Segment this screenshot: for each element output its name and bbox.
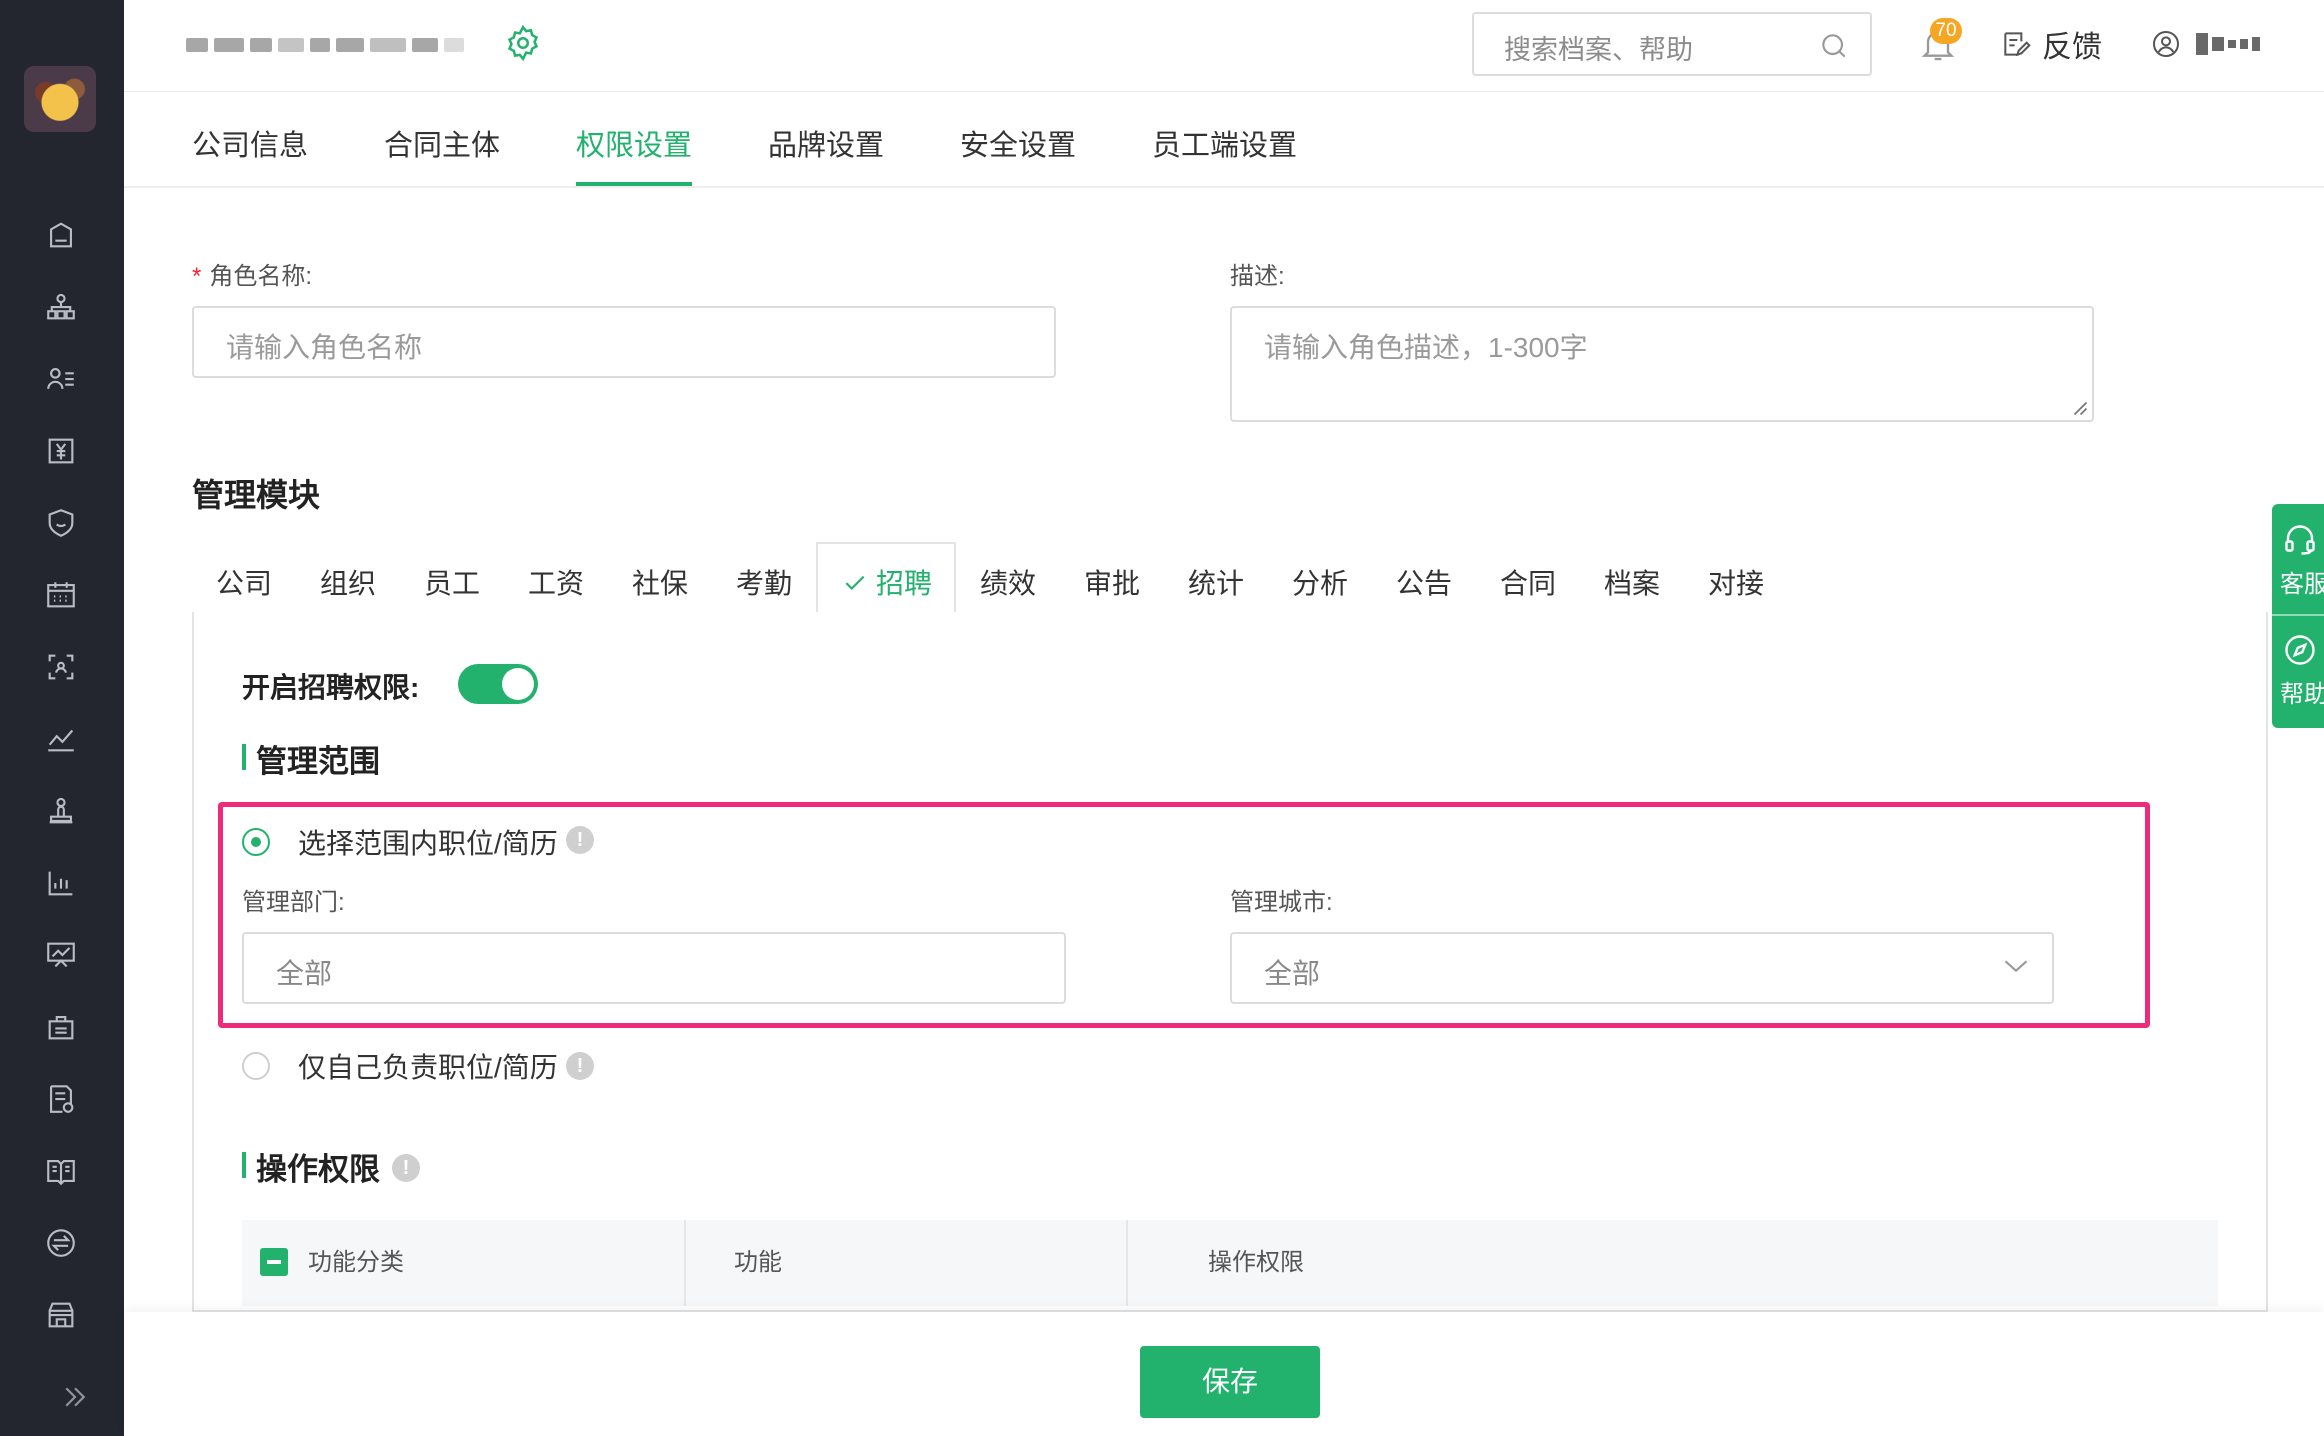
- module-tab-employee[interactable]: 员工: [424, 562, 480, 602]
- city-select[interactable]: 全部: [1230, 932, 2054, 1004]
- column-header-operation: 操作权限: [1208, 1249, 1304, 1276]
- analysis-board-icon[interactable]: [44, 938, 78, 972]
- header: 搜索档案、帮助 70 反馈: [124, 0, 2324, 92]
- ops-permission-title: 操作权限: [242, 1144, 380, 1189]
- own-info-icon[interactable]: !: [566, 1052, 594, 1080]
- tab-company-info[interactable]: 公司信息: [192, 122, 308, 186]
- social-security-icon[interactable]: [44, 506, 78, 540]
- headset-icon: [2285, 525, 2315, 555]
- store-icon[interactable]: [44, 1298, 78, 1332]
- module-tab-social-security[interactable]: 社保: [632, 562, 688, 602]
- notification-badge: 70: [1930, 18, 1962, 44]
- permission-table-header: 功能分类 功能 操作权限: [242, 1220, 2218, 1306]
- column-divider: [1126, 1220, 1128, 1306]
- ops-info-icon[interactable]: !: [392, 1154, 420, 1182]
- edit-note-icon: [2004, 32, 2031, 57]
- statistics-icon[interactable]: [44, 866, 78, 900]
- own-radio[interactable]: [242, 1052, 270, 1080]
- tab-employee-app-settings[interactable]: 员工端设置: [1152, 122, 1297, 186]
- employee-list-icon[interactable]: [44, 362, 78, 396]
- compass-icon: [2285, 635, 2315, 665]
- salary-icon[interactable]: [44, 434, 78, 468]
- role-name-input[interactable]: 请输入角色名称: [192, 306, 1056, 378]
- module-tab-integration[interactable]: 对接: [1708, 562, 1764, 602]
- scope-info-icon[interactable]: !: [566, 826, 594, 854]
- gear-icon[interactable]: [504, 24, 542, 62]
- scope-title: 管理范围: [242, 736, 380, 781]
- feedback-label: 反馈: [2042, 31, 2102, 64]
- integration-icon[interactable]: [44, 1226, 78, 1260]
- description-textarea[interactable]: 请输入角色描述，1-300字: [1230, 306, 2094, 422]
- feedback-button[interactable]: 反馈: [2000, 22, 2102, 66]
- column-divider: [684, 1220, 686, 1306]
- search-placeholder: 搜索档案、帮助: [1504, 35, 1693, 65]
- module-tab-attendance[interactable]: 考勤: [736, 562, 792, 602]
- module-tab-archive[interactable]: 档案: [1604, 562, 1660, 602]
- search-icon[interactable]: [1818, 30, 1850, 62]
- city-label: 管理城市:: [1230, 889, 1333, 916]
- floating-help-panel: 客服 帮助: [2272, 504, 2324, 728]
- checkmark-icon: [845, 575, 865, 591]
- company-logo[interactable]: [24, 66, 96, 132]
- dept-value: 全部: [276, 958, 333, 989]
- company-name: [186, 28, 464, 62]
- search-input[interactable]: 搜索档案、帮助: [1472, 12, 1872, 76]
- column-header-function: 功能: [734, 1249, 782, 1276]
- tab-permission-settings[interactable]: 权限设置: [576, 122, 693, 186]
- city-value: 全部: [1264, 958, 1321, 989]
- performance-chart-icon[interactable]: [44, 722, 78, 756]
- customer-service-button[interactable]: 客服: [2272, 522, 2324, 599]
- user-menu[interactable]: [2150, 22, 2260, 66]
- role-name-label: * 角色名称:: [192, 263, 313, 290]
- tab-security-settings[interactable]: 安全设置: [960, 122, 1076, 186]
- org-chart-icon[interactable]: [44, 290, 78, 324]
- user-avatar-icon: [2153, 31, 2179, 57]
- scope-option-label: 选择范围内职位/简历: [298, 828, 558, 859]
- enable-recruit-toggle[interactable]: [458, 664, 538, 704]
- dept-select[interactable]: 全部: [242, 932, 1066, 1004]
- module-tab-recruitment-label: 招聘: [876, 568, 933, 599]
- column-header-category: 功能分类: [308, 1249, 404, 1276]
- customer-service-label: 客服: [2280, 571, 2324, 598]
- module-tab-notice[interactable]: 公告: [1396, 562, 1452, 602]
- own-option-label: 仅自己负责职位/简历: [298, 1052, 558, 1083]
- home-icon[interactable]: [44, 218, 78, 252]
- module-tab-approval[interactable]: 审批: [1084, 562, 1140, 602]
- resize-handle-icon[interactable]: [2070, 398, 2088, 416]
- tab-brand-settings[interactable]: 品牌设置: [768, 122, 884, 186]
- module-tab-performance[interactable]: 绩效: [980, 562, 1036, 602]
- help-label: 帮助: [2280, 681, 2324, 708]
- enable-recruit-label: 开启招聘权限:: [242, 672, 420, 703]
- help-button[interactable]: 帮助: [2272, 632, 2324, 709]
- module-tab-company[interactable]: 公司: [216, 562, 272, 602]
- select-all-checkbox[interactable]: [260, 1248, 288, 1276]
- description-label: 描述:: [1230, 263, 1285, 290]
- settings-tabs: 公司信息 合同主体 权限设置 品牌设置 安全设置 员工端设置: [124, 92, 2324, 188]
- notice-icon[interactable]: [44, 1010, 78, 1044]
- dept-label: 管理部门:: [242, 889, 345, 916]
- role-name-placeholder: 请输入角色名称: [226, 332, 423, 363]
- approval-stamp-icon[interactable]: [44, 794, 78, 828]
- module-tab-organization[interactable]: 组织: [320, 562, 376, 602]
- scope-radio[interactable]: [242, 828, 270, 856]
- user-name: [2196, 33, 2260, 55]
- contract-icon[interactable]: [44, 1082, 78, 1116]
- sidebar: [0, 0, 124, 1436]
- management-modules-title: 管理模块: [192, 477, 321, 513]
- chevron-down-icon: [2004, 960, 2028, 973]
- recruit-scan-icon[interactable]: [44, 650, 78, 684]
- module-tab-recruitment[interactable]: 招聘: [842, 562, 932, 602]
- module-tab-statistics[interactable]: 统计: [1188, 562, 1244, 602]
- save-button[interactable]: 保存: [1140, 1346, 1320, 1418]
- module-tab-analysis[interactable]: 分析: [1292, 562, 1348, 602]
- calendar-icon[interactable]: [44, 578, 78, 612]
- tab-contract-entity[interactable]: 合同主体: [384, 122, 500, 186]
- footer-bar: 保存: [124, 1312, 2324, 1436]
- archive-book-icon[interactable]: [44, 1154, 78, 1188]
- module-tab-contract[interactable]: 合同: [1500, 562, 1556, 602]
- collapse-sidebar-icon[interactable]: [60, 1382, 90, 1412]
- description-placeholder: 请输入角色描述，1-300字: [1264, 332, 1588, 363]
- module-tab-salary[interactable]: 工资: [528, 562, 584, 602]
- float-divider: [2272, 614, 2324, 616]
